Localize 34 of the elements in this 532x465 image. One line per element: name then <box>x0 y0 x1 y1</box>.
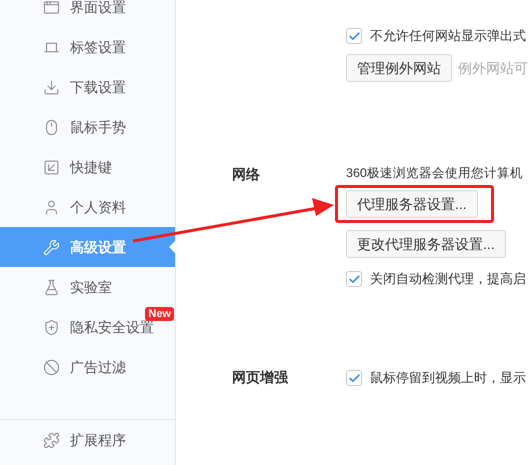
section-title: 网页增强 <box>232 369 288 385</box>
sidebar-item[interactable]: 下载设置 <box>0 67 175 107</box>
checkbox-label: 关闭自动检测代理，提高启 <box>370 270 526 288</box>
window-icon <box>43 0 60 16</box>
sidebar-item[interactable]: 界面设置 <box>0 0 175 27</box>
checkbox[interactable] <box>346 28 362 44</box>
arrow-square-icon <box>43 158 60 176</box>
shield-icon <box>43 318 60 336</box>
section-title: 网络 <box>232 166 260 182</box>
network-description: 360极速浏览器会使用您计算机 <box>346 165 524 182</box>
hint-text: 例外网站可 <box>458 58 528 78</box>
sidebar-item[interactable]: 快捷键 <box>0 147 175 187</box>
prohibited-icon <box>43 358 60 376</box>
download-icon <box>43 78 60 96</box>
new-badge: New <box>145 307 174 321</box>
checkbox[interactable] <box>346 271 362 287</box>
sidebar-item[interactable]: 广告过滤 <box>0 347 175 387</box>
sidebar-item[interactable]: 个人资料 <box>0 187 175 227</box>
checkbox[interactable] <box>346 370 362 386</box>
checkbox-label: 不允许任何网站显示弹出式 <box>370 27 526 46</box>
checkbox-label: 鼠标停留到视频上时，显示 <box>370 369 526 388</box>
puzzle-icon <box>43 432 60 448</box>
sidebar-item[interactable]: 鼠标手势 <box>0 107 175 147</box>
flask-icon <box>43 278 60 296</box>
mouse-icon <box>43 118 60 136</box>
change-proxy-button[interactable]: 更改代理服务器设置... <box>346 230 506 258</box>
sidebar-item[interactable]: 实验室 <box>0 267 175 307</box>
user-icon <box>43 198 60 216</box>
manage-exceptions-button[interactable]: 管理例外网站 <box>346 54 452 82</box>
sidebar-item[interactable]: 扩展程序 <box>0 420 175 460</box>
sidebar-item[interactable]: 标签设置 <box>0 27 175 67</box>
proxy-settings-button[interactable]: 代理服务器设置... <box>346 190 478 218</box>
sidebar-item[interactable]: 隐私安全设置 New <box>0 307 175 347</box>
wrench-icon <box>43 238 60 256</box>
